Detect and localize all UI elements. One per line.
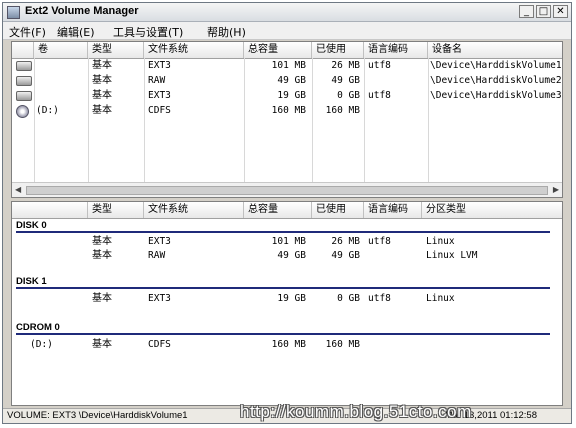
partition-total: 19 GB <box>277 293 306 304</box>
partition-ptype: Linux <box>426 236 455 247</box>
volume-device: \Device\HarddiskVolume3 <box>430 90 562 101</box>
partition-row[interactable]: 基本 EXT3 101 MB 26 MB utf8 Linux <box>12 235 562 249</box>
partition-row[interactable]: 基本 EXT3 19 GB 0 GB utf8 Linux <box>12 292 562 306</box>
partition-ptype: Linux LVM <box>426 250 478 261</box>
volume-total: 160 MB <box>271 105 306 116</box>
volume-used: 26 MB <box>331 60 360 71</box>
header-filesystem[interactable]: 文件系统 <box>144 202 244 218</box>
partition-type: 基本 <box>92 236 112 247</box>
menu-file[interactable]: 文件(F) <box>9 24 46 40</box>
volume-type: 基本 <box>92 90 112 101</box>
scroll-left-icon[interactable]: ◀ <box>15 185 21 194</box>
header-device[interactable]: 设备名 <box>428 42 562 58</box>
header-filesystem[interactable]: 文件系统 <box>144 42 244 58</box>
header-partition-type[interactable]: 分区类型 <box>422 202 562 218</box>
hard-disk-icon <box>16 61 32 71</box>
header-used[interactable]: 已使用 <box>312 202 364 218</box>
header-used[interactable]: 已使用 <box>312 42 364 58</box>
partition-codepage: utf8 <box>368 236 391 247</box>
volume-codepage: utf8 <box>368 60 391 71</box>
partition-used: 26 MB <box>331 236 360 247</box>
partition-type: 基本 <box>92 339 112 350</box>
volume-used: 0 GB <box>337 90 360 101</box>
disk-group-title[interactable]: CDROM 0 <box>16 322 60 333</box>
partition-total: 49 GB <box>277 250 306 261</box>
partition-used: 160 MB <box>325 339 360 350</box>
volume-used: 160 MB <box>325 105 360 116</box>
disk-divider <box>16 287 550 289</box>
menu-tools[interactable]: 工具与设置(T) <box>113 24 183 40</box>
volume-device: \Device\HarddiskVolume2 <box>430 75 562 86</box>
volume-total: 19 GB <box>277 90 306 101</box>
partition-fs: RAW <box>148 250 166 261</box>
close-button[interactable]: ✕ <box>553 5 568 18</box>
volume-fs: EXT3 <box>148 60 171 71</box>
volume-list-header: 卷 类型 文件系统 总容量 已使用 语言编码 设备名 <box>12 42 562 59</box>
app-icon <box>7 6 20 19</box>
volume-row[interactable]: (D:) 基本 CDFS 160 MB 160 MB <box>12 104 562 118</box>
partition-fs: EXT3 <box>148 293 171 304</box>
header-codepage[interactable]: 语言编码 <box>364 42 428 58</box>
volume-fs: EXT3 <box>148 90 171 101</box>
volume-total: 101 MB <box>271 60 306 71</box>
volume-row[interactable]: 基本 EXT3 19 GB 0 GB utf8 \Device\Harddisk… <box>12 89 562 103</box>
partition-total: 160 MB <box>271 339 306 350</box>
header-codepage[interactable]: 语言编码 <box>364 202 422 218</box>
scroll-thumb[interactable] <box>26 186 548 195</box>
disk-divider <box>16 333 550 335</box>
volume-fs: RAW <box>148 75 166 86</box>
header-blank <box>12 42 34 58</box>
app-window: Ext2 Volume Manager _ □ ✕ 文件(F) 编辑(E) 工具… <box>2 2 572 424</box>
disk-group-title[interactable]: DISK 0 <box>16 220 47 231</box>
header-volume[interactable]: 卷 <box>34 42 88 58</box>
scroll-right-icon[interactable]: ▶ <box>553 185 559 194</box>
partition-type: 基本 <box>92 250 112 261</box>
disk-list-header: 类型 文件系统 总容量 已使用 语言编码 分区类型 <box>12 202 562 219</box>
volume-device: \Device\HarddiskVolume1 <box>430 60 562 71</box>
volume-row[interactable]: 基本 RAW 49 GB 49 GB \Device\HarddiskVolum… <box>12 74 562 88</box>
header-type[interactable]: 类型 <box>88 202 144 218</box>
header-disk[interactable] <box>12 202 88 218</box>
menu-help[interactable]: 帮助(H) <box>207 24 246 40</box>
volume-type: 基本 <box>92 105 112 116</box>
disk-divider <box>16 231 550 233</box>
minimize-button[interactable]: _ <box>519 5 534 18</box>
partition-volume: (D:) <box>30 339 53 350</box>
window-title: Ext2 Volume Manager <box>25 5 139 17</box>
volume-row[interactable]: 基本 EXT3 101 MB 26 MB utf8 \Device\Harddi… <box>12 59 562 73</box>
partition-codepage: utf8 <box>368 293 391 304</box>
partition-fs: CDFS <box>148 339 171 350</box>
volume-list[interactable]: 卷 类型 文件系统 总容量 已使用 语言编码 设备名 基本 EXT3 101 M… <box>11 41 563 198</box>
watermark-text: http://koumm.blog.51cto.com <box>240 402 472 421</box>
disk-list[interactable]: 类型 文件系统 总容量 已使用 语言编码 分区类型 DISK 0 基本 EXT3… <box>11 201 563 406</box>
menu-edit[interactable]: 编辑(E) <box>57 24 95 40</box>
header-total[interactable]: 总容量 <box>244 42 312 58</box>
menu-bar: 文件(F) 编辑(E) 工具与设置(T) 帮助(H) <box>3 22 571 40</box>
partition-total: 101 MB <box>271 236 306 247</box>
volume-type: 基本 <box>92 75 112 86</box>
header-total[interactable]: 总容量 <box>244 202 312 218</box>
hard-disk-icon <box>16 76 32 86</box>
volume-used: 49 GB <box>331 75 360 86</box>
partition-used: 0 GB <box>337 293 360 304</box>
volume-type: 基本 <box>92 60 112 71</box>
volume-total: 49 GB <box>277 75 306 86</box>
horizontal-scrollbar[interactable]: ◀ ▶ <box>12 182 562 197</box>
disk-group-title[interactable]: DISK 1 <box>16 276 47 287</box>
partition-row[interactable]: 基本 RAW 49 GB 49 GB Linux LVM <box>12 249 562 263</box>
title-bar[interactable]: Ext2 Volume Manager _ □ ✕ <box>3 3 571 22</box>
status-text: VOLUME: EXT3 \Device\HarddiskVolume1 <box>7 410 188 421</box>
partition-type: 基本 <box>92 293 112 304</box>
partition-fs: EXT3 <box>148 236 171 247</box>
maximize-button[interactable]: □ <box>536 5 551 18</box>
partition-ptype: Linux <box>426 293 455 304</box>
partition-used: 49 GB <box>331 250 360 261</box>
volume-codepage: utf8 <box>368 90 391 101</box>
header-type[interactable]: 类型 <box>88 42 144 58</box>
partition-row[interactable]: (D:) 基本 CDFS 160 MB 160 MB <box>12 338 562 352</box>
volume-fs: CDFS <box>148 105 171 116</box>
volume-letter: (D:) <box>36 105 59 116</box>
cdrom-icon <box>16 105 29 118</box>
hard-disk-icon <box>16 91 32 101</box>
